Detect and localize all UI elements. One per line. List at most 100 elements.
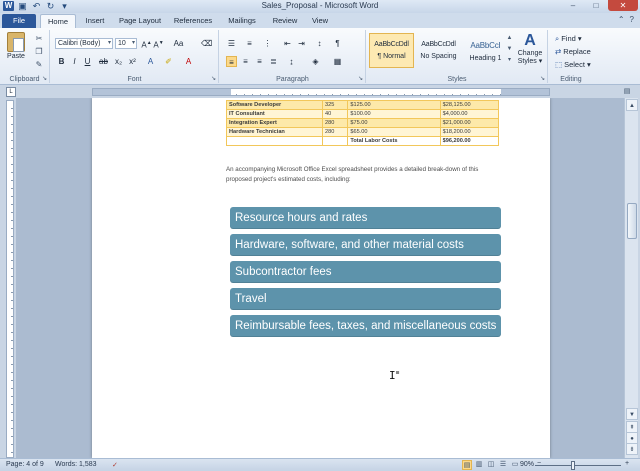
style-no-spacing[interactable]: AaBbCcDdl No Spacing (416, 33, 461, 68)
tab-page-layout[interactable]: Page Layout (114, 14, 166, 28)
subscript-icon[interactable]: x₂ (113, 56, 124, 67)
tab-home[interactable]: Home (40, 14, 76, 28)
total-label-cell[interactable]: Total Labor Costs (347, 136, 441, 146)
text-effects-icon[interactable]: A (145, 56, 156, 67)
list-item[interactable]: Hardware, software, and other material c… (230, 234, 501, 256)
paragraph-launcher-icon[interactable]: ↘ (358, 75, 363, 82)
gallery-up-icon[interactable]: ▲ (505, 33, 514, 44)
decrease-indent-icon[interactable]: ⇤ (282, 38, 293, 49)
bullets-icon[interactable]: ☰ (226, 38, 237, 49)
shrink-font-icon[interactable]: A▼ (153, 38, 164, 50)
list-item[interactable]: Travel (230, 288, 501, 310)
table-cell[interactable]: $65.00 (347, 127, 441, 137)
font-name-combo[interactable]: Calibri (Body) (55, 38, 113, 49)
increase-indent-icon[interactable]: ⇥ (296, 38, 307, 49)
change-case-icon[interactable]: Aa (173, 38, 184, 49)
tab-file[interactable]: File (2, 14, 36, 28)
replace-button[interactable]: ⇄ Replace (555, 47, 591, 56)
scroll-thumb[interactable] (627, 203, 637, 239)
maximize-button[interactable]: □ (585, 0, 607, 11)
scroll-up-icon[interactable]: ▲ (626, 99, 638, 111)
select-button[interactable]: ⬚ Select ▾ (555, 60, 591, 69)
table-cell[interactable]: $100.00 (347, 109, 441, 119)
font-size-combo[interactable]: 10 (115, 38, 137, 49)
horizontal-ruler[interactable] (92, 88, 550, 96)
grow-font-icon[interactable]: A▲ (141, 38, 152, 50)
tab-review[interactable]: Review (268, 14, 302, 28)
table-cell[interactable]: $21,000.00 (439, 118, 500, 128)
table-cell[interactable]: Software Developer (226, 100, 323, 110)
numbering-icon[interactable]: ≡ (244, 38, 255, 49)
copy-icon[interactable]: ❐ (34, 47, 44, 56)
web-layout-icon[interactable]: ◫ (486, 460, 496, 470)
list-item[interactable]: Resource hours and rates (230, 207, 501, 229)
italic-icon[interactable]: I (69, 56, 80, 67)
document-page[interactable]: Software Developer 325 $125.00 $28,125.0… (92, 98, 550, 458)
styles-gallery-scroll[interactable]: ▲ ▼ ▾ (505, 33, 514, 66)
sort-icon[interactable]: ↕ (314, 38, 325, 49)
superscript-icon[interactable]: x² (127, 56, 138, 67)
style-heading-1[interactable]: AaBbCcI Heading 1 (463, 33, 508, 68)
list-item[interactable]: Reimbursable fees, taxes, and miscellane… (230, 315, 501, 337)
table-cell[interactable]: $75.00 (347, 118, 441, 128)
zoom-slider[interactable] (535, 465, 621, 466)
table-cell[interactable] (321, 136, 349, 146)
clear-formatting-icon[interactable]: ⌫ (201, 38, 212, 49)
paste-button[interactable]: Paste (4, 32, 28, 60)
view-ruler-icon[interactable]: ▤ (622, 87, 632, 97)
cut-icon[interactable]: ✂ (34, 34, 44, 43)
table-cell[interactable]: 280 (321, 118, 349, 128)
table-cell[interactable]: 40 (321, 109, 349, 119)
borders-icon[interactable]: ▦ (332, 56, 343, 67)
outline-view-icon[interactable]: ☰ (498, 460, 508, 470)
find-button[interactable]: ⌕ Find ▾ (555, 34, 582, 44)
clipboard-launcher-icon[interactable]: ↘ (42, 75, 47, 82)
minimize-ribbon-icon[interactable]: ⌃ (618, 15, 625, 24)
table-cell[interactable]: 280 (321, 127, 349, 137)
strikethrough-icon[interactable]: ab (98, 56, 109, 67)
help-icon[interactable]: ? (630, 15, 634, 24)
gallery-more-icon[interactable]: ▾ (505, 55, 514, 66)
proofing-icon[interactable]: ✓ (112, 461, 118, 469)
align-center-icon[interactable]: ≡ (240, 56, 251, 67)
line-spacing-icon[interactable]: ↨ (286, 56, 297, 67)
font-color-icon[interactable]: A (183, 56, 194, 67)
body-paragraph[interactable]: An accompanying Microsoft Office Excel s… (226, 165, 501, 185)
style-normal[interactable]: AaBbCcDdl ¶ Normal (369, 33, 414, 68)
zoom-slider-thumb[interactable] (571, 461, 576, 470)
styles-launcher-icon[interactable]: ↘ (540, 75, 545, 82)
underline-icon[interactable]: U (82, 56, 93, 67)
tab-insert[interactable]: Insert (80, 14, 110, 28)
align-right-icon[interactable]: ≡ (254, 56, 265, 67)
tab-mailings[interactable]: Mailings (222, 14, 262, 28)
page-count-status[interactable]: Page: 4 of 9 (6, 461, 44, 468)
full-screen-reading-icon[interactable]: ▥ (474, 460, 484, 470)
print-layout-view-icon[interactable]: ▤ (462, 460, 472, 470)
next-page-icon[interactable]: ⇟ (626, 443, 638, 455)
tab-selector-icon[interactable]: L (6, 87, 16, 97)
highlight-icon[interactable]: ✐ (163, 56, 174, 67)
table-cell[interactable]: Integration Expert (226, 118, 323, 128)
table-cell[interactable]: $4,000.00 (439, 109, 500, 119)
table-cell[interactable]: $125.00 (347, 100, 441, 110)
change-styles-button[interactable]: A Change Styles ▾ (515, 32, 545, 66)
list-item[interactable]: Subcontractor fees (230, 261, 501, 283)
table-cell[interactable]: $18,200.00 (439, 127, 500, 137)
multilevel-list-icon[interactable]: ⋮ (262, 38, 273, 49)
font-launcher-icon[interactable]: ↘ (211, 75, 216, 82)
draft-view-icon[interactable]: ▭ (510, 460, 520, 470)
align-left-icon[interactable]: ≡ (226, 56, 237, 67)
vertical-ruler[interactable] (6, 100, 14, 458)
scroll-down-icon[interactable]: ▼ (626, 408, 638, 420)
vertical-scrollbar[interactable]: ▲ ▼ ⇞ ● ⇟ (624, 98, 638, 458)
tab-references[interactable]: References (170, 14, 216, 28)
gallery-down-icon[interactable]: ▼ (505, 44, 514, 55)
format-painter-icon[interactable]: ✎ (34, 60, 44, 69)
word-count-status[interactable]: Words: 1,583 (55, 461, 97, 468)
table-cell[interactable]: $28,125.00 (439, 100, 500, 110)
total-value-cell[interactable]: $96,200.00 (439, 136, 500, 146)
show-formatting-icon[interactable]: ¶ (332, 38, 343, 49)
shading-icon[interactable]: ◈ (310, 56, 321, 67)
table-cell[interactable]: 325 (321, 100, 349, 110)
zoom-level[interactable]: 90% (520, 461, 534, 468)
